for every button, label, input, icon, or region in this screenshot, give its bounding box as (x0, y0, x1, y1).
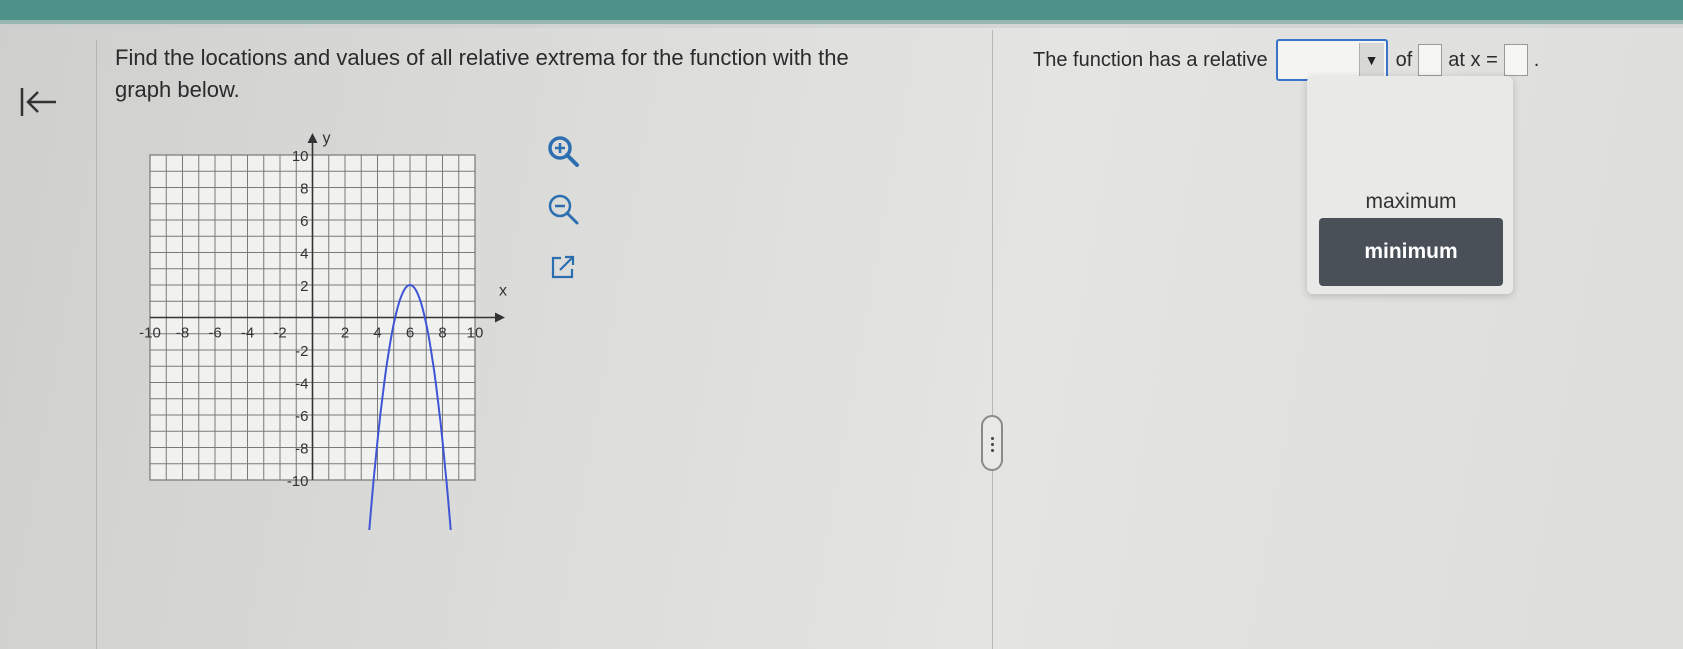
answer-prefix: The function has a relative (1033, 48, 1268, 71)
extremum-type-dropdown[interactable]: ▼ (1275, 39, 1388, 81)
y-tick-label: 6 (300, 213, 308, 230)
y-axis-arrow (307, 133, 318, 143)
end-period: . (1533, 48, 1540, 71)
panel-resize-handle[interactable] (981, 415, 1003, 471)
x-tick-label: -2 (273, 325, 286, 342)
x-axis-label: x (499, 283, 507, 300)
panel-divider (992, 30, 993, 649)
x-tick-label: -4 (241, 325, 254, 342)
x-tick-label: 10 (467, 325, 484, 342)
at-x-label: at x = (1448, 48, 1498, 71)
y-tick-label: -10 (287, 473, 309, 490)
y-tick-label: -4 (295, 376, 308, 393)
question-text: Find the locations and values of all rel… (115, 45, 849, 102)
x-location-input[interactable] (1503, 44, 1528, 76)
answer-line: The function has a relative ▼ of at x = … (1033, 39, 1540, 81)
left-divider (96, 40, 97, 649)
x-tick-label: 4 (373, 325, 381, 342)
y-tick-label: 8 (300, 181, 308, 198)
of-label: of (1395, 48, 1413, 71)
dropdown-arrow-icon[interactable]: ▼ (1358, 43, 1384, 77)
y-tick-label: -6 (295, 408, 308, 425)
y-tick-label: -2 (295, 343, 308, 360)
y-tick-label: -8 (295, 441, 308, 458)
x-tick-label: -6 (208, 325, 221, 342)
top-bar-shadow (0, 20, 1683, 28)
function-graph: x y -10 -8 -6 -4 -2 2 4 6 8 10 10 8 6 4 2 -2 -4 -6 -8 -10 (120, 130, 540, 638)
x-tick-label: -10 (139, 325, 161, 342)
x-tick-label: 8 (438, 325, 446, 342)
zoom-in-icon[interactable] (546, 134, 580, 168)
zoom-out-icon[interactable] (546, 192, 580, 226)
x-tick-label: 2 (341, 325, 349, 342)
extremum-value-input[interactable] (1418, 44, 1443, 76)
x-tick-label: -8 (176, 325, 189, 342)
y-tick-label: 2 (300, 278, 308, 295)
external-link-icon[interactable] (548, 252, 582, 286)
dropdown-menu: maximum minimum (1307, 76, 1513, 294)
option-minimum[interactable]: minimum (1319, 218, 1503, 286)
x-axis-arrow (495, 312, 505, 323)
y-axis-label: y (323, 130, 331, 147)
y-tick-label: 10 (292, 148, 309, 165)
y-tick-label: 4 (300, 246, 308, 263)
x-tick-label: 6 (406, 325, 414, 342)
back-to-start-icon[interactable] (18, 84, 58, 120)
